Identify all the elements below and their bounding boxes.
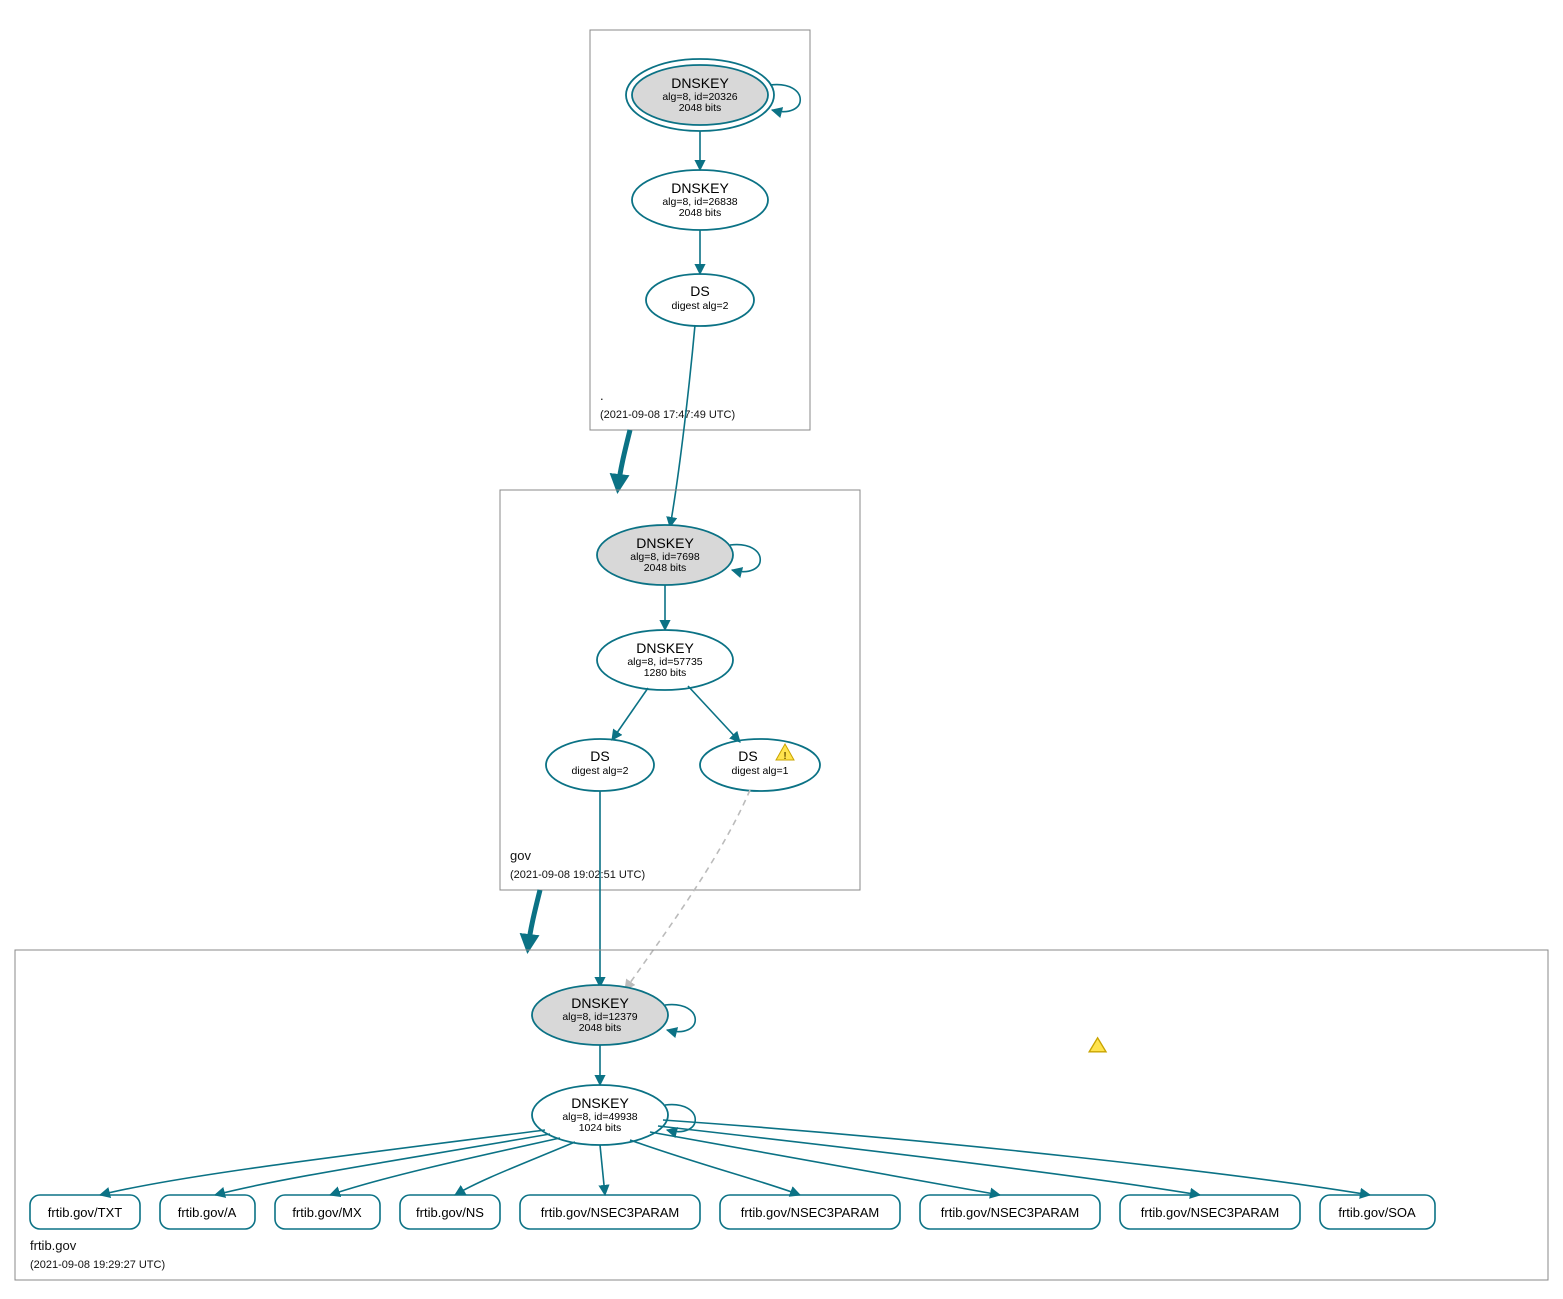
- zone-frtib-name: frtib.gov: [30, 1238, 77, 1253]
- rr-label: frtib.gov/TXT: [48, 1205, 122, 1220]
- zone-frtib: frtib.gov (2021-09-08 19:29:27 UTC) DNSK…: [15, 950, 1548, 1280]
- rr-frtib-nsec3param-2: frtib.gov/NSEC3PARAM: [720, 1195, 900, 1229]
- node-frtib-ksk: DNSKEY alg=8, id=12379 2048 bits: [532, 985, 695, 1045]
- node-label: DNSKEY: [636, 640, 694, 656]
- node-sub: 2048 bits: [644, 562, 687, 574]
- rr-frtib-a: frtib.gov/A: [160, 1195, 255, 1229]
- rr-label: frtib.gov/NSEC3PARAM: [941, 1205, 1079, 1220]
- node-gov-ds-1: DS digest alg=1 !: [700, 739, 1106, 1052]
- rr-label: frtib.gov/MX: [292, 1205, 362, 1220]
- node-gov-ksk: DNSKEY alg=8, id=7698 2048 bits: [597, 525, 760, 585]
- node-sub: 2048 bits: [679, 207, 722, 219]
- node-label: DS: [690, 283, 709, 299]
- rr-label: frtib.gov/NSEC3PARAM: [741, 1205, 879, 1220]
- dnssec-diagram: . (2021-09-08 17:47:49 UTC) DNSKEY alg=8…: [0, 0, 1563, 1299]
- edge-zone-gov-to-frtib: [528, 890, 540, 948]
- node-label: DNSKEY: [636, 535, 694, 551]
- warning-icon: !: [776, 744, 1106, 1052]
- node-label: DNSKEY: [671, 75, 729, 91]
- rr-label: frtib.gov/NSEC3PARAM: [541, 1205, 679, 1220]
- rr-frtib-nsec3param-1: frtib.gov/NSEC3PARAM: [520, 1195, 700, 1229]
- node-label: DS: [738, 748, 757, 764]
- node-sub: 1024 bits: [579, 1122, 622, 1134]
- rr-frtib-ns: frtib.gov/NS: [400, 1195, 500, 1229]
- node-label: DNSKEY: [571, 1095, 629, 1111]
- rr-frtib-nsec3param-3: frtib.gov/NSEC3PARAM: [920, 1195, 1100, 1229]
- node-root-ds: DS digest alg=2: [646, 274, 754, 326]
- rr-label: frtib.gov/SOA: [1338, 1205, 1416, 1220]
- rr-frtib-nsec3param-4: frtib.gov/NSEC3PARAM: [1120, 1195, 1300, 1229]
- node-sub: digest alg=2: [572, 765, 629, 777]
- node-label: DS: [590, 748, 609, 764]
- node-label: DNSKEY: [671, 180, 729, 196]
- node-sub: digest alg=2: [672, 300, 729, 312]
- rr-label: frtib.gov/NSEC3PARAM: [1141, 1205, 1279, 1220]
- node-root-zsk: DNSKEY alg=8, id=26838 2048 bits: [632, 170, 768, 230]
- rr-frtib-soa: frtib.gov/SOA: [1320, 1195, 1435, 1229]
- node-sub: digest alg=1: [732, 765, 789, 777]
- zone-root: . (2021-09-08 17:47:49 UTC) DNSKEY alg=8…: [590, 30, 810, 430]
- rr-label: frtib.gov/A: [178, 1205, 237, 1220]
- edge-zone-root-to-gov: [618, 430, 630, 488]
- zone-root-timestamp: (2021-09-08 17:47:49 UTC): [600, 409, 735, 421]
- zone-gov-timestamp: (2021-09-08 19:02:51 UTC): [510, 869, 645, 881]
- node-sub: 1280 bits: [644, 667, 687, 679]
- node-label: DNSKEY: [571, 995, 629, 1011]
- node-gov-zsk: DNSKEY alg=8, id=57735 1280 bits: [597, 630, 733, 690]
- zone-gov: gov (2021-09-08 19:02:51 UTC) DNSKEY alg…: [500, 490, 1106, 1052]
- node-sub: 2048 bits: [579, 1022, 622, 1034]
- rr-frtib-txt: frtib.gov/TXT: [30, 1195, 140, 1229]
- zone-frtib-timestamp: (2021-09-08 19:29:27 UTC): [30, 1259, 165, 1271]
- svg-text:!: !: [783, 751, 786, 762]
- rr-frtib-mx: frtib.gov/MX: [275, 1195, 380, 1229]
- zone-gov-name: gov: [510, 848, 531, 863]
- zone-root-name: .: [600, 388, 604, 403]
- edge-root-ds-to-gov-ksk: [670, 325, 695, 527]
- node-sub: 2048 bits: [679, 102, 722, 114]
- node-gov-ds-2: DS digest alg=2: [546, 739, 654, 791]
- rr-label: frtib.gov/NS: [416, 1205, 484, 1220]
- node-root-ksk: DNSKEY alg=8, id=20326 2048 bits: [626, 59, 800, 131]
